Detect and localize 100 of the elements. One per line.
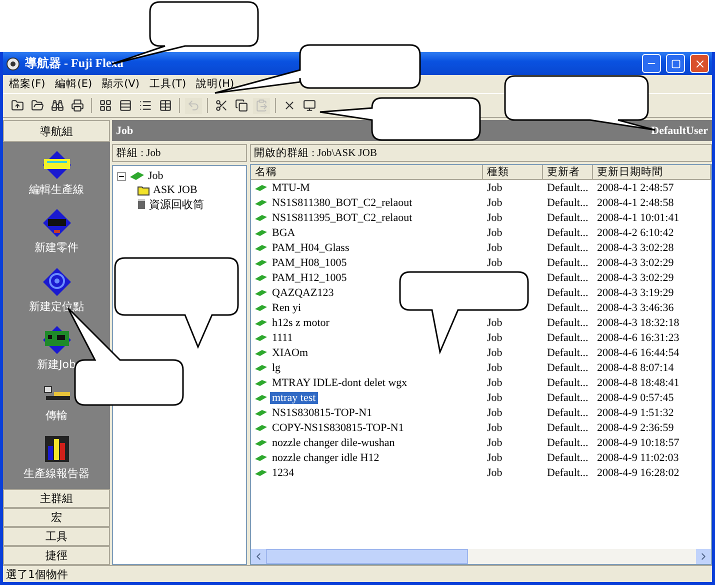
job-name[interactable]: NS1S830815-TOP-N1 [270,406,374,418]
column-header[interactable]: 更新日期時間 [593,165,711,180]
menu-item[interactable]: 編輯(E) [55,77,92,91]
printer-button[interactable] [69,98,86,114]
menu-item[interactable]: 檔案(F) [9,77,46,91]
scroll-thumb[interactable] [266,549,468,564]
job-name[interactable]: PAM_H08_1005 [270,256,349,268]
table-cell-text: 2008-4-9 2:36:59 [596,422,675,434]
table-cell-text: 2008-4-6 16:44:54 [596,346,680,358]
details-button[interactable] [157,98,174,114]
minimize-button[interactable] [642,54,661,73]
list-icon [139,99,152,112]
job-icon [255,454,267,460]
table-cell-text: 2008-4-9 11:02:03 [596,452,680,464]
monitor-button[interactable] [301,98,318,114]
job-name[interactable]: PAM_H12_1005 [270,272,349,284]
binoculars-button[interactable] [49,98,66,114]
sidebar-item[interactable]: 傳輸 [42,384,72,423]
details-icon [159,99,172,112]
collapse-toggle[interactable] [117,172,126,180]
menu-item[interactable]: 工具(T) [149,77,186,91]
job-name[interactable]: PAM_H04_Glass [270,242,352,254]
table-cell-text: 2008-4-1 2:48:57 [596,182,675,194]
job-icon [255,214,267,220]
paste-icon [255,99,268,112]
sidebar-item[interactable]: 編輯生產線 [29,150,84,197]
tree-header: 群組 : Job [112,144,247,162]
menu-item[interactable]: 說明(H) [196,77,234,91]
content-title: Job [116,124,134,136]
job-name[interactable]: XIAOm [270,346,310,358]
job-icon [255,290,267,296]
job-icon [255,350,267,356]
table-cell-text: 2008-4-3 3:02:29 [596,256,675,268]
table-cell-text: Job [486,466,504,478]
small-icons-button[interactable] [117,98,134,114]
new-folder-button[interactable] [9,98,26,114]
table-cell-text: Job [486,242,504,254]
table-cell-text: 2008-4-8 18:48:41 [596,376,680,388]
job-name[interactable]: 1111 [270,332,295,344]
job-name[interactable]: Ren yi [270,302,304,314]
job-name[interactable]: BGA [270,226,298,238]
job-icon [255,380,267,386]
job-name[interactable]: QAZQAZ123 [270,286,336,298]
column-header[interactable]: 更新者 [543,165,593,180]
tree-item[interactable]: 資源回收筒 [149,196,204,212]
job-name[interactable]: MTRAY IDLE-dont delet wgx [270,376,410,388]
table-cell-text: Default... [546,242,590,254]
table-cell-text: Default... [546,422,590,434]
table-cell-text: Default... [546,392,590,404]
target-icon [42,266,72,297]
menu-item[interactable]: 顯示(V) [102,77,140,91]
table-cell-text: Default... [546,436,590,448]
sidebar-section-button[interactable]: 捷徑 [3,546,110,565]
sidebar-section-button[interactable]: 工具 [3,527,110,546]
job-name[interactable]: nozzle changer idle H12 [270,452,382,464]
job-name[interactable]: MTU-M [270,182,312,194]
job-name[interactable]: mtray test [270,392,318,404]
sidebar-section-button[interactable]: 主群組 [3,489,110,508]
table-cell-text: Default... [546,346,590,358]
table-cell-text: 2008-4-3 3:02:29 [596,272,675,284]
binoculars-icon [51,99,64,112]
open-folder-button[interactable] [29,98,46,114]
sidebar-header: 導航組 [3,120,110,142]
job-icon [255,244,267,250]
scroll-left-button[interactable] [251,549,266,564]
tree-item[interactable]: ASK JOB [153,184,198,196]
close-icon [694,58,706,70]
list-header: 開啟的群組 : Job\ASK JOB [250,144,712,162]
column-header[interactable]: 名稱 [251,165,483,180]
job-name[interactable]: lg [270,362,283,374]
job-name[interactable]: 1234 [270,466,296,478]
horizontal-scrollbar[interactable] [251,549,711,564]
sidebar-item[interactable]: 生產線報告器 [24,434,90,482]
job-name[interactable]: COPY-NS1S830815-TOP-N1 [270,422,406,434]
table-cell-text: Default... [546,316,590,328]
large-icons-button[interactable] [97,98,114,114]
job-icon [255,230,267,236]
job-icon [255,394,267,400]
sidebar-section-button[interactable]: 宏 [3,508,110,527]
job-name[interactable]: NS1S811395_BOT_C2_relaout [270,212,414,224]
production-line-icon [40,150,72,180]
column-header[interactable]: 種類 [483,165,543,180]
sidebar-item[interactable]: 新建Job [37,325,76,372]
table-cell-text: Job [486,182,504,194]
tree-item[interactable]: Job [148,170,164,182]
job-name[interactable]: NS1S811380_BOT_C2_relaout [270,196,414,208]
sidebar-item[interactable]: 新建零件 [34,208,78,256]
scroll-right-button[interactable] [696,549,711,564]
job-name[interactable]: h12s z motor [270,316,332,328]
table-cell-text: Job [486,316,504,328]
scissors-icon [215,99,228,112]
job-icon [255,184,267,190]
table-cell-text: 2008-4-3 3:02:28 [596,242,675,254]
table-cell-text: Default... [546,302,590,314]
copy-button[interactable] [233,98,250,114]
job-icon [255,334,267,340]
close-button[interactable] [690,54,709,73]
table-cell-text: Default... [546,212,590,224]
maximize-button[interactable] [666,54,685,73]
job-name[interactable]: nozzle changer dile-wushan [270,436,397,448]
